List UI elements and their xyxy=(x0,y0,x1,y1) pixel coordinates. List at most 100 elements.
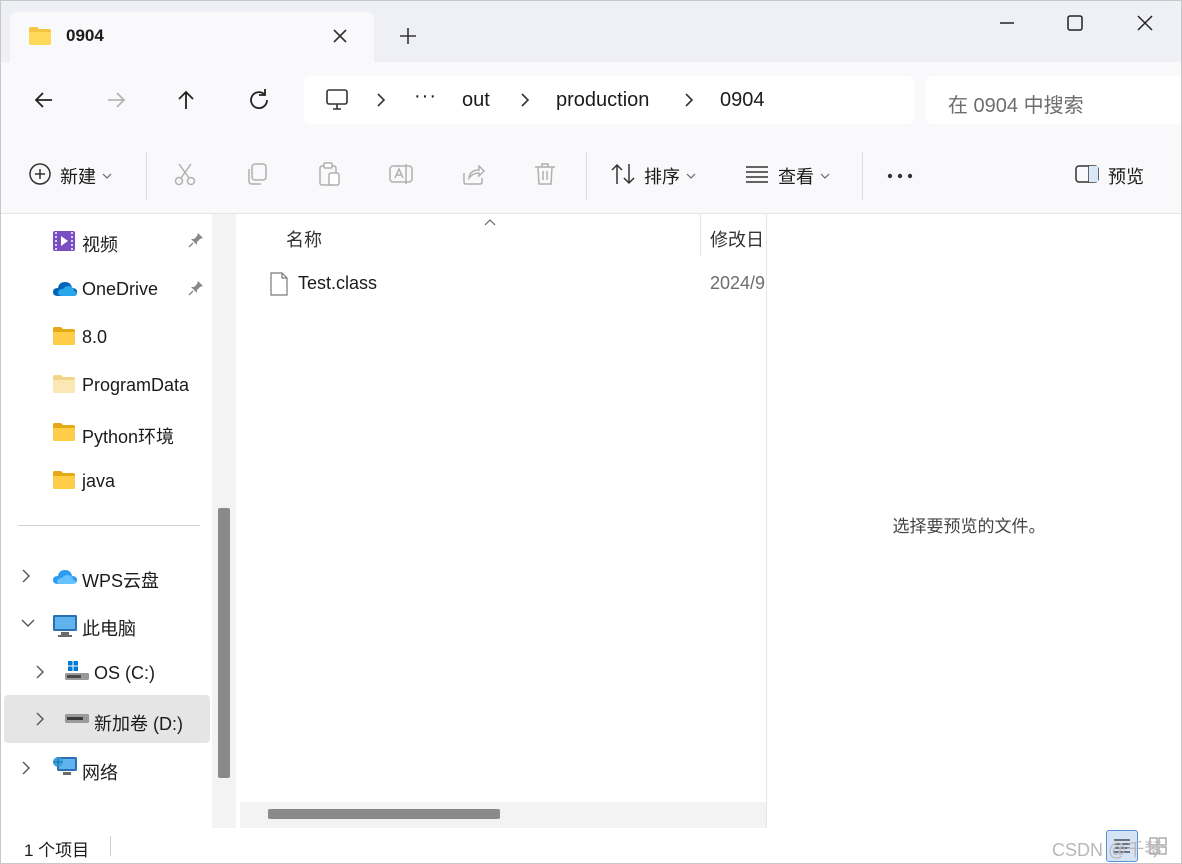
divider xyxy=(18,525,200,526)
copy-button[interactable] xyxy=(244,158,270,194)
tab-current[interactable]: 0904 xyxy=(10,12,374,62)
sidebar-item-drive-d[interactable]: 新加卷 (D:) xyxy=(4,695,210,743)
folder-icon xyxy=(52,470,76,495)
paste-button[interactable] xyxy=(316,158,342,194)
chevron-down-icon[interactable] xyxy=(20,616,36,634)
sidebar-item-label: WPS云盘 xyxy=(82,571,160,591)
view-label: 查看 xyxy=(778,167,814,187)
sidebar-item-label: 此电脑 xyxy=(82,619,136,639)
rename-icon xyxy=(388,161,414,192)
chevron-right-icon xyxy=(374,92,388,108)
column-header-modified[interactable]: 修改日 xyxy=(710,226,764,252)
preview-button[interactable]: 预览 xyxy=(1074,158,1144,194)
up-button[interactable] xyxy=(170,84,202,116)
folder-icon xyxy=(52,374,76,399)
computer-icon[interactable] xyxy=(324,87,350,118)
minimize-button[interactable] xyxy=(984,8,1030,38)
share-button[interactable] xyxy=(460,158,486,194)
tab-title: 0904 xyxy=(66,26,104,45)
network-icon xyxy=(52,754,78,785)
chevron-down-icon xyxy=(102,167,112,185)
rename-button[interactable] xyxy=(388,158,414,194)
sort-icon xyxy=(610,162,636,191)
horizontal-scrollbar-thumb[interactable] xyxy=(268,809,500,819)
sidebar-item-drive-c[interactable]: OS (C:) xyxy=(4,650,210,694)
back-button[interactable] xyxy=(28,84,60,116)
forward-button[interactable] xyxy=(100,84,132,116)
view-button[interactable]: 查看 xyxy=(744,158,830,194)
folder-icon xyxy=(52,326,76,351)
sidebar-item-label: OS (C:) xyxy=(94,663,155,683)
cut-button[interactable] xyxy=(172,158,198,194)
video-icon xyxy=(52,230,76,257)
refresh-button[interactable] xyxy=(243,84,275,116)
item-count: 1 个项目 xyxy=(24,841,90,860)
drive-icon xyxy=(64,712,90,731)
delete-button[interactable] xyxy=(532,158,558,194)
breadcrumb-production[interactable]: production xyxy=(556,89,649,112)
sidebar-item-label: ProgramData xyxy=(82,375,190,395)
sidebar-item-videos[interactable]: 视频 xyxy=(4,218,210,262)
folder-icon xyxy=(28,26,52,51)
sidebar-item-wps-cloud[interactable]: WPS云盘 xyxy=(4,554,210,598)
sidebar-item-onedrive[interactable]: OneDrive xyxy=(4,266,210,310)
chevron-right-icon[interactable] xyxy=(34,711,46,732)
cut-icon xyxy=(172,161,198,192)
plus-circle-icon xyxy=(28,162,52,191)
close-window-button[interactable] xyxy=(1122,8,1168,38)
preview-pane: 选择要预览的文件。 xyxy=(766,214,1182,828)
file-name: Test.class xyxy=(298,273,378,293)
divider xyxy=(146,152,147,200)
delete-icon xyxy=(532,161,558,192)
file-row[interactable]: Test.class 2024/9 xyxy=(266,266,766,302)
status-bar: 1 个项目 CSDN @千琴 xyxy=(0,828,1182,864)
new-tab-button[interactable] xyxy=(394,22,422,50)
file-modified-date: 2024/9 xyxy=(710,273,766,293)
pin-icon[interactable] xyxy=(188,232,204,253)
title-bar: 0904 xyxy=(0,0,1182,62)
maximize-button[interactable] xyxy=(1052,8,1098,38)
breadcrumb-out[interactable]: out xyxy=(462,89,490,112)
address-bar[interactable]: ··· out production 0904 xyxy=(304,76,914,124)
pin-icon[interactable] xyxy=(188,280,204,301)
sort-button[interactable]: 排序 xyxy=(610,158,696,194)
onedrive-icon xyxy=(52,280,78,303)
new-button[interactable]: 新建 xyxy=(28,158,112,194)
chevron-right-icon[interactable] xyxy=(20,760,32,781)
chevron-right-icon[interactable] xyxy=(34,664,46,685)
sidebar-item-java[interactable]: java xyxy=(4,458,210,502)
command-bar: 新建 排序 查看 预览 xyxy=(0,138,1182,214)
sidebar-item-programdata[interactable]: ProgramData xyxy=(4,362,210,406)
sidebar-item-label: 网络 xyxy=(82,763,118,783)
search-box[interactable]: 在 0904 中搜索 xyxy=(926,76,1182,124)
sidebar-item-label: 视频 xyxy=(82,235,118,255)
sidebar-item-label: java xyxy=(82,471,116,491)
view-list-icon xyxy=(744,162,770,191)
cloud-icon xyxy=(52,568,78,591)
more-icon xyxy=(886,167,914,185)
divider xyxy=(862,152,863,200)
folder-icon xyxy=(52,422,76,447)
sidebar-item-label: Python环境 xyxy=(82,427,175,447)
column-header-name[interactable]: 名称 xyxy=(286,226,322,252)
chevron-right-icon[interactable] xyxy=(20,568,32,589)
sidebar-item-this-pc[interactable]: 此电脑 xyxy=(4,602,210,646)
chevron-down-icon xyxy=(686,167,696,185)
column-divider[interactable] xyxy=(700,214,701,256)
breadcrumb-overflow[interactable]: ··· xyxy=(414,85,437,108)
address-row: ··· out production 0904 在 0904 中搜索 xyxy=(0,62,1182,138)
file-icon xyxy=(270,272,288,301)
sidebar-item-python-env[interactable]: Python环境 xyxy=(4,410,210,454)
computer-icon xyxy=(52,614,78,643)
search-input[interactable]: 在 0904 中搜索 xyxy=(948,89,1084,118)
paste-icon xyxy=(316,161,342,192)
file-list: 名称 修改日 Test.class 2024/9 xyxy=(240,214,766,828)
breadcrumb-0904[interactable]: 0904 xyxy=(720,89,765,112)
new-label: 新建 xyxy=(60,167,96,187)
sidebar-item-8-0[interactable]: 8.0 xyxy=(4,314,210,358)
sidebar-scrollbar-thumb[interactable] xyxy=(218,508,230,778)
close-icon[interactable] xyxy=(328,24,352,48)
preview-message: 选择要预览的文件。 xyxy=(892,517,1046,536)
sidebar-item-network[interactable]: 网络 xyxy=(4,746,210,790)
more-options-button[interactable] xyxy=(886,158,914,194)
